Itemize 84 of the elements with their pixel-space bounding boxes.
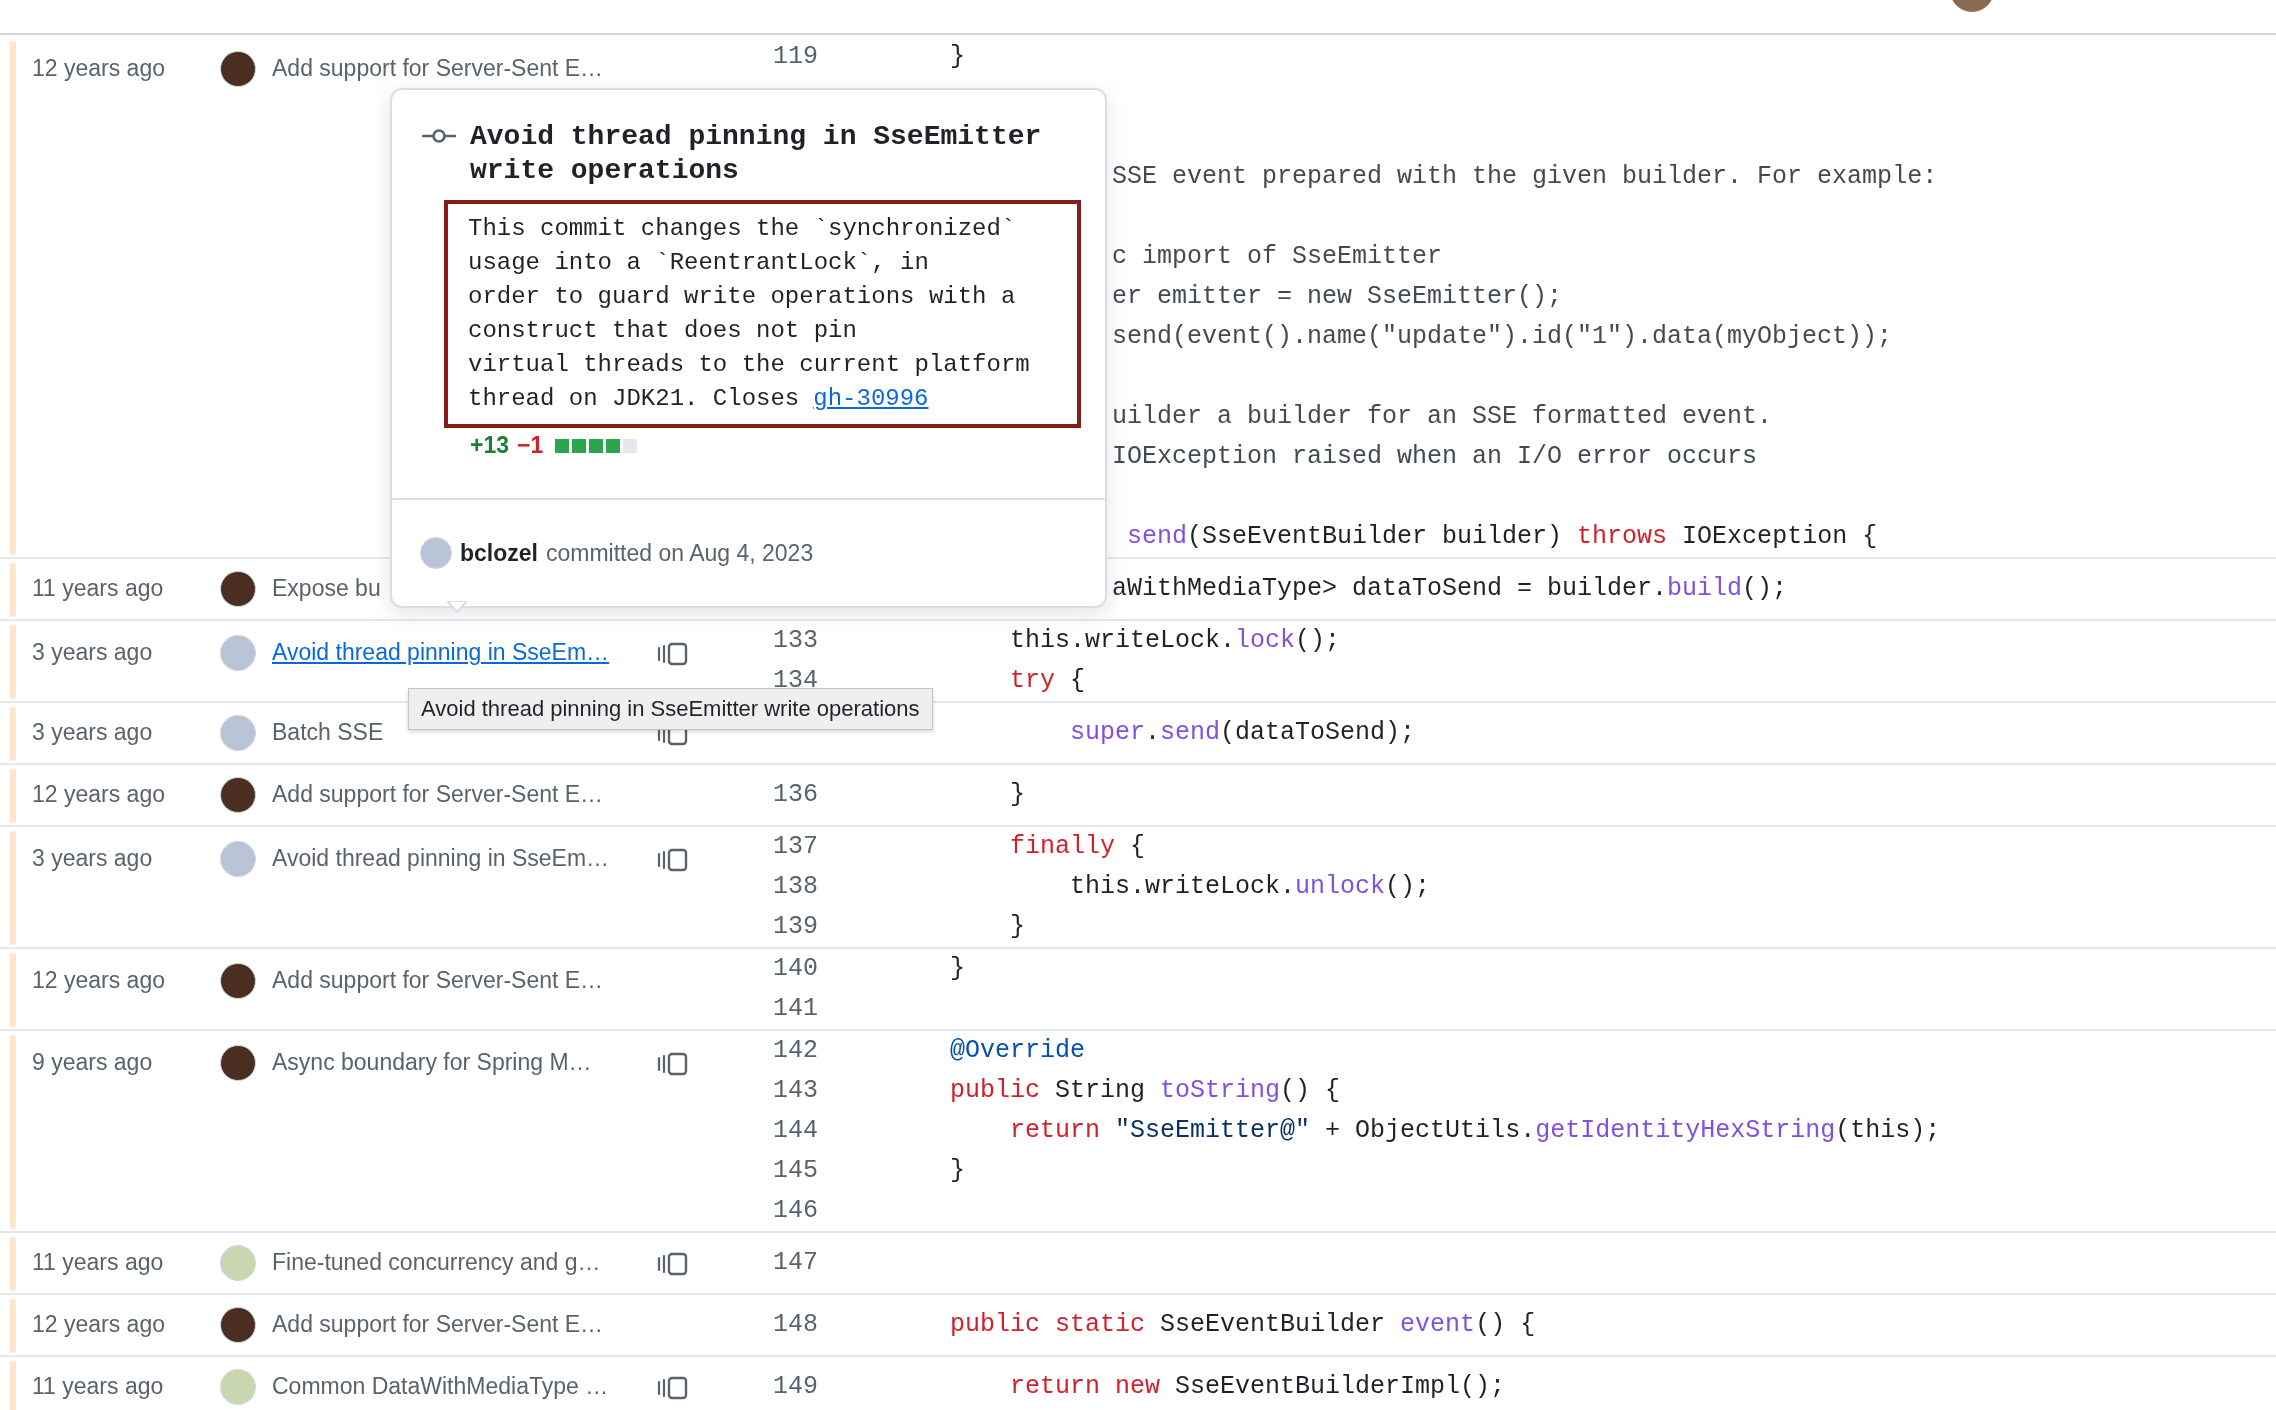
line-number: 146 xyxy=(772,1195,818,1227)
commit-description: construct that does not pin xyxy=(468,316,858,346)
commit-link[interactable]: Avoid thread pinning in SseEm… xyxy=(272,633,632,671)
code-line: send(SseEventBuilder builder) throws IOException { xyxy=(1126,521,1878,553)
tooltip: Avoid thread pinning in SseEmitter write operations xyxy=(408,688,933,730)
commit-age: 12 years ago xyxy=(32,1310,166,1339)
line-number: 140 xyxy=(772,953,818,985)
line-number: 142 xyxy=(772,1035,818,1067)
issue-link[interactable]: gh-30996 xyxy=(813,382,929,416)
additions-count: +13 xyxy=(470,432,509,459)
line-number: 141 xyxy=(772,993,818,1025)
commit-message[interactable]: Add support for Server-Sent E… xyxy=(272,1305,632,1343)
age-bar xyxy=(10,1299,16,1353)
stacked-cards-icon[interactable] xyxy=(656,1376,688,1400)
line-number: 139 xyxy=(772,911,818,943)
line-number: 137 xyxy=(772,831,818,863)
commit-description: usage into a `ReentrantLock`, in xyxy=(468,248,930,278)
commit-age: 11 years ago xyxy=(32,1248,165,1277)
code-line: SSE event prepared with the given builder. For example: xyxy=(1112,161,1938,193)
code-line: c import of SseEmitter xyxy=(1112,241,1443,273)
age-bar xyxy=(10,1237,16,1291)
code-line: public static SseEventBuilder event() { xyxy=(949,1309,1536,1341)
stacked-cards-icon[interactable] xyxy=(656,1252,688,1276)
commit-message[interactable]: Add support for Server-Sent E… xyxy=(272,961,632,999)
stacked-cards-icon[interactable] xyxy=(656,642,688,666)
commit-age: 9 years ago xyxy=(32,1048,154,1077)
line-number: 138 xyxy=(772,871,818,903)
age-bar xyxy=(10,563,16,617)
code-line: try { xyxy=(1009,665,1086,697)
commit-message[interactable]: Add support for Server-Sent E… xyxy=(272,49,632,87)
commit-age: 11 years ago xyxy=(32,574,165,603)
commit-age: 12 years ago xyxy=(32,780,166,809)
line-number: 144 xyxy=(772,1115,818,1147)
commit-message[interactable]: Async boundary for Spring M… xyxy=(272,1043,632,1081)
commit-message[interactable]: Avoid thread pinning in SseEm… xyxy=(272,839,632,877)
commit-age: 3 years ago xyxy=(32,844,154,873)
code-line: public String toString() { xyxy=(949,1075,1341,1107)
line-number: 136 xyxy=(772,779,818,811)
code-line: } xyxy=(1009,779,1026,811)
code-line: send(event().name("update").id("1").data(myObject)); xyxy=(1112,321,1893,353)
commit-date: committed on Aug 4, 2023 xyxy=(545,539,814,567)
code-line: } xyxy=(949,1155,965,1187)
commit-age: 12 years ago xyxy=(32,54,166,83)
line-number: 143 xyxy=(772,1075,818,1107)
commit-message[interactable]: Fine-tuned concurrency and g… xyxy=(272,1243,632,1281)
commit-message[interactable]: Add support for Server-Sent E… xyxy=(272,775,632,813)
commit-description: thread on JDK21. Closes xyxy=(468,384,800,414)
commit-age: 3 years ago xyxy=(32,638,154,667)
age-bar xyxy=(10,707,16,761)
line-number: 119 xyxy=(772,41,818,73)
line-number: 149 xyxy=(772,1371,818,1403)
commit-description: This commit changes the `synchronized` xyxy=(468,214,1017,244)
commit-message[interactable]: Common DataWithMediaType … xyxy=(272,1367,632,1405)
commit-description: virtual threads to the current platform xyxy=(468,350,1031,380)
code-line: } xyxy=(949,41,965,73)
code-line: super.send(dataToSend); xyxy=(1069,717,1416,749)
code-line: this.writeLock.lock(); xyxy=(1009,625,1341,657)
code-line: return "SseEmitter@" + ObjectUtils.getIdentityHexString(this); xyxy=(1009,1115,1941,1147)
line-number: 145 xyxy=(772,1155,818,1187)
deletions-count: −1 xyxy=(517,432,544,459)
code-line: } xyxy=(1009,911,1026,943)
code-line: aWithMediaType> dataToSend = builder.build(); xyxy=(1112,573,1788,605)
code-line: uilder a builder for an SSE formatted event. xyxy=(1112,401,1773,433)
commit-age: 12 years ago xyxy=(32,966,166,995)
stacked-cards-icon[interactable] xyxy=(656,848,688,872)
code-line: IOException raised when an I/O error occurs xyxy=(1112,441,1758,473)
line-number: 148 xyxy=(772,1309,818,1341)
code-line: er emitter = new SseEmitter(); xyxy=(1112,281,1563,313)
code-line: @Override xyxy=(949,1035,1086,1067)
line-number: 133 xyxy=(772,625,818,657)
age-bar xyxy=(10,1361,16,1410)
code-line: return new SseEventBuilderImpl(); xyxy=(1009,1371,1506,1403)
code-line: finally { xyxy=(1009,831,1146,863)
stacked-cards-icon[interactable] xyxy=(656,1052,688,1076)
commit-age: 3 years ago xyxy=(32,718,154,747)
age-bar xyxy=(10,769,16,823)
code-line: } xyxy=(949,953,965,985)
code-line: this.writeLock.unlock(); xyxy=(1069,871,1431,903)
commit-title: Avoid thread pinning in SseEmitter write operations xyxy=(470,120,1043,188)
commit-icon xyxy=(422,126,456,146)
commit-age: 11 years ago xyxy=(32,1372,165,1401)
line-number: 147 xyxy=(772,1247,818,1279)
author-name[interactable]: bclozel xyxy=(460,539,538,567)
commit-description: order to guard write operations with a xyxy=(468,282,1017,312)
